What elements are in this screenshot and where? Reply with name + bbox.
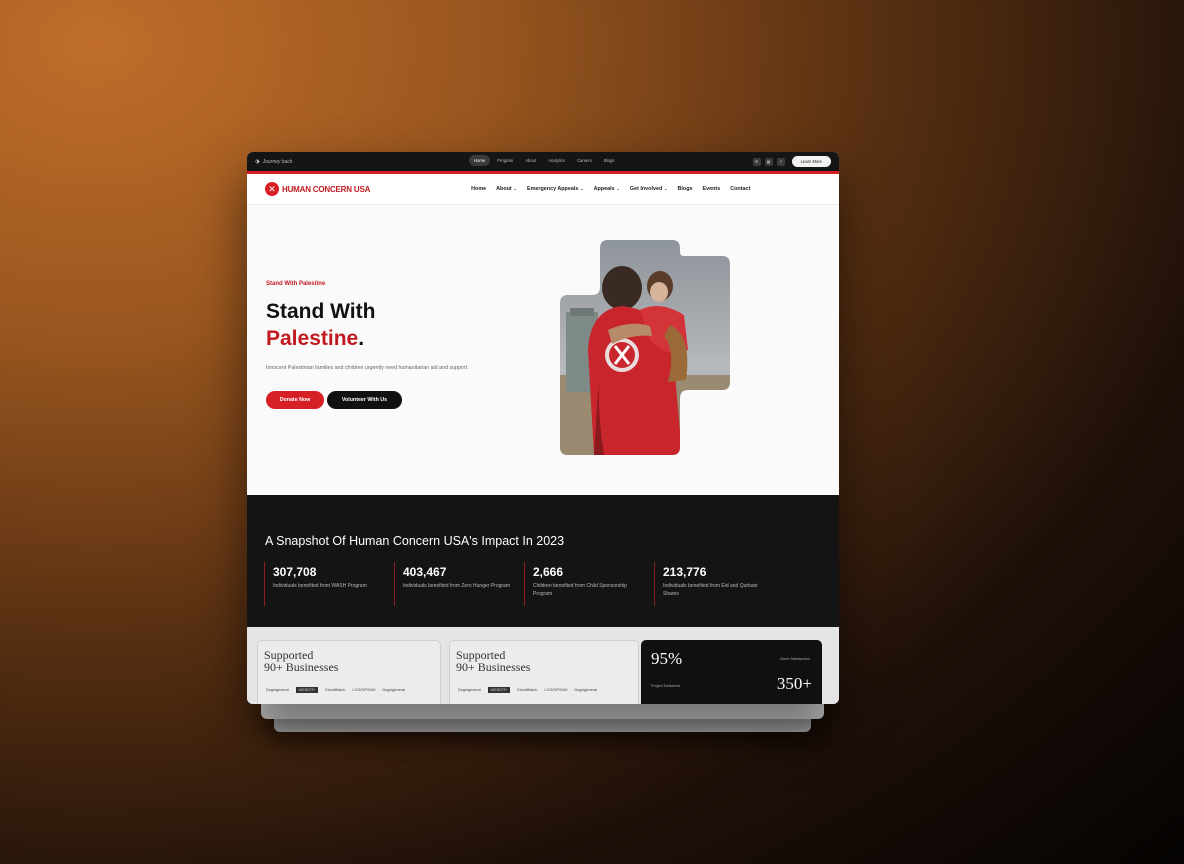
partner-logo: WEBSTR: [487, 687, 510, 693]
hero-title-dot: .: [358, 327, 365, 350]
stat-value: 213,776: [663, 565, 707, 579]
utility-nav-analytics[interactable]: Analytics: [543, 155, 570, 166]
nav-item-label: Emergency Appeals: [527, 186, 579, 192]
partner-logo: Dogelgeneral: [382, 688, 405, 692]
utility-nav-program[interactable]: Program: [492, 155, 518, 166]
utility-brand[interactable]: ⬗ Journey back: [255, 158, 293, 166]
nav-item-label: Appeals: [593, 186, 615, 192]
nav-item-label: Home: [471, 186, 487, 192]
logo-text: HUMAN CONCERN USA: [282, 184, 371, 194]
partner-logo: CloudWatch: [324, 688, 346, 692]
impact-section: A Snapshot Of Human Concern USA's Impact…: [247, 495, 839, 627]
nav-item-contact[interactable]: Contact: [730, 186, 750, 192]
nav-item-label: Get Involved: [629, 186, 663, 192]
learn-more-button[interactable]: Learn More: [791, 156, 831, 167]
supported-card-title: Supported 90+ Businesses: [264, 649, 338, 673]
logo-x-icon: ✕: [265, 182, 279, 196]
hero-photo-graphic: [560, 240, 730, 455]
projects-count: 350+: [776, 674, 812, 693]
nav-item-appeals[interactable]: Appeals ⌄: [594, 186, 620, 192]
nav-item-home[interactable]: Home: [471, 186, 486, 192]
stat-value: 2,666: [533, 565, 564, 579]
utility-nav-about[interactable]: About: [520, 155, 541, 166]
nav-item-about[interactable]: About ⌄: [496, 186, 517, 192]
partners-section: Supported 90+ Businesses Dogelgeneral WE…: [247, 627, 839, 704]
hero-title-line1: Stand With: [266, 300, 376, 323]
stats-card: 95% Client Satisfaction Project Delivere…: [641, 640, 822, 704]
partner-logo: Dogelgeneral: [458, 688, 481, 692]
card-title-line2: 90+ Businesses: [456, 660, 531, 674]
nav-item-label: Blogs: [677, 186, 693, 192]
satisfaction-percent: 95%: [651, 649, 683, 668]
supported-card: Supported 90+ Businesses Dogelgeneral WE…: [257, 640, 441, 704]
card-title-line2: 90+ Businesses: [264, 660, 339, 674]
partner-logo: WEBSTR: [295, 687, 318, 693]
nav-item-label: Contact: [730, 186, 751, 192]
nav-item-emergency-appeals[interactable]: Emergency Appeals ⌄: [527, 186, 584, 192]
stat-item: 403,467 Individuals benefited from Zero …: [394, 562, 524, 606]
stat-label: Children benefited from Child Sponsorshi…: [533, 583, 627, 597]
hero-photo: [560, 240, 731, 455]
utility-nav-blogs[interactable]: Blogs: [599, 155, 619, 166]
nav-item-label: Events: [702, 186, 721, 192]
grid-icon[interactable]: ▦: [764, 157, 773, 166]
satisfaction-label: Client Satisfaction: [779, 657, 810, 661]
stat-label: Individuals benefited from Eid and Qurba…: [663, 583, 758, 597]
partner-logo: Dogelgeneral: [574, 688, 597, 692]
partner-logos: Dogelgeneral WEBSTR CloudWatch LOGOIPSUM…: [458, 687, 597, 693]
utility-nav: Home Program About Analytics Careers Blo…: [469, 155, 619, 166]
hero-title-highlight: Palestine: [266, 327, 359, 350]
nav-item-events[interactable]: Events: [703, 186, 721, 192]
impact-heading: A Snapshot Of Human Concern USA's Impact…: [265, 534, 565, 548]
partner-logo: LOGOIPSUM: [352, 688, 376, 692]
stat-item: 213,776 Individuals benefited from Eid a…: [654, 562, 784, 606]
hero-kicker: Stand With Palestine: [266, 281, 326, 287]
donate-now-button[interactable]: Donate Now: [266, 391, 324, 409]
stat-item: 2,666 Children benefited from Child Spon…: [524, 562, 654, 606]
partner-logo: CloudWatch: [516, 688, 538, 692]
utility-actions: ✉ ▦ ↗ Learn More: [752, 156, 831, 167]
stat-value: 403,467: [403, 565, 447, 579]
chevron-down-icon: ⌄: [616, 186, 620, 191]
supported-card-title: Supported 90+ Businesses: [456, 649, 530, 673]
nav-item-blogs[interactable]: Blogs: [678, 186, 693, 192]
hero-section: Stand With Palestine Stand With Palestin…: [247, 205, 839, 495]
chevron-down-icon: ⌄: [663, 186, 668, 191]
arrow-icon[interactable]: ↗: [776, 157, 785, 166]
hero-description: Innocent Palestinian families and childr…: [266, 365, 469, 371]
main-navigation: ✕ HUMAN CONCERN USA Home About ⌄ Emergen…: [247, 174, 839, 205]
chevron-down-icon: ⌄: [513, 186, 517, 191]
nav-item-get-involved[interactable]: Get Involved ⌄: [630, 186, 668, 192]
utility-brand-label: Journey back: [262, 158, 293, 165]
utility-bar: ⬗ Journey back Home Program About Analyt…: [247, 152, 839, 171]
site-logo[interactable]: ✕ HUMAN CONCERN USA: [265, 182, 370, 196]
utility-nav-careers[interactable]: Careers: [572, 155, 597, 166]
supported-card: Supported 90+ Businesses Dogelgeneral WE…: [449, 640, 639, 704]
stat-item: 307,708 Individuals benefited from WASH …: [264, 562, 394, 606]
partner-logo: LOGOIPSUM: [544, 688, 568, 692]
brand-mark-icon: ⬗: [255, 159, 260, 165]
impact-stats: 307,708 Individuals benefited from WASH …: [264, 562, 784, 606]
partner-logos: Dogelgeneral WEBSTR CloudWatch LOGOIPSUM…: [266, 687, 405, 693]
stat-value: 307,708: [273, 565, 317, 579]
chevron-down-icon: ⌄: [579, 186, 584, 191]
volunteer-button[interactable]: Volunteer With Us: [327, 391, 402, 409]
stat-label: Individuals benefited from WASH Program: [273, 583, 367, 589]
nav-item-label: About: [496, 186, 512, 192]
website-mockup: ⬗ Journey back Home Program About Analyt…: [247, 152, 839, 704]
hero-title: Stand With Palestine.: [266, 298, 375, 352]
partner-logo: Dogelgeneral: [266, 688, 289, 692]
utility-nav-home[interactable]: Home: [469, 155, 491, 166]
stat-label: Individuals benefited from Zero Hunger P…: [403, 583, 510, 589]
nav-menu: Home About ⌄ Emergency Appeals ⌄ Appeals…: [471, 186, 750, 192]
projects-label: Project Delivered: [651, 684, 680, 688]
mail-icon[interactable]: ✉: [752, 157, 761, 166]
